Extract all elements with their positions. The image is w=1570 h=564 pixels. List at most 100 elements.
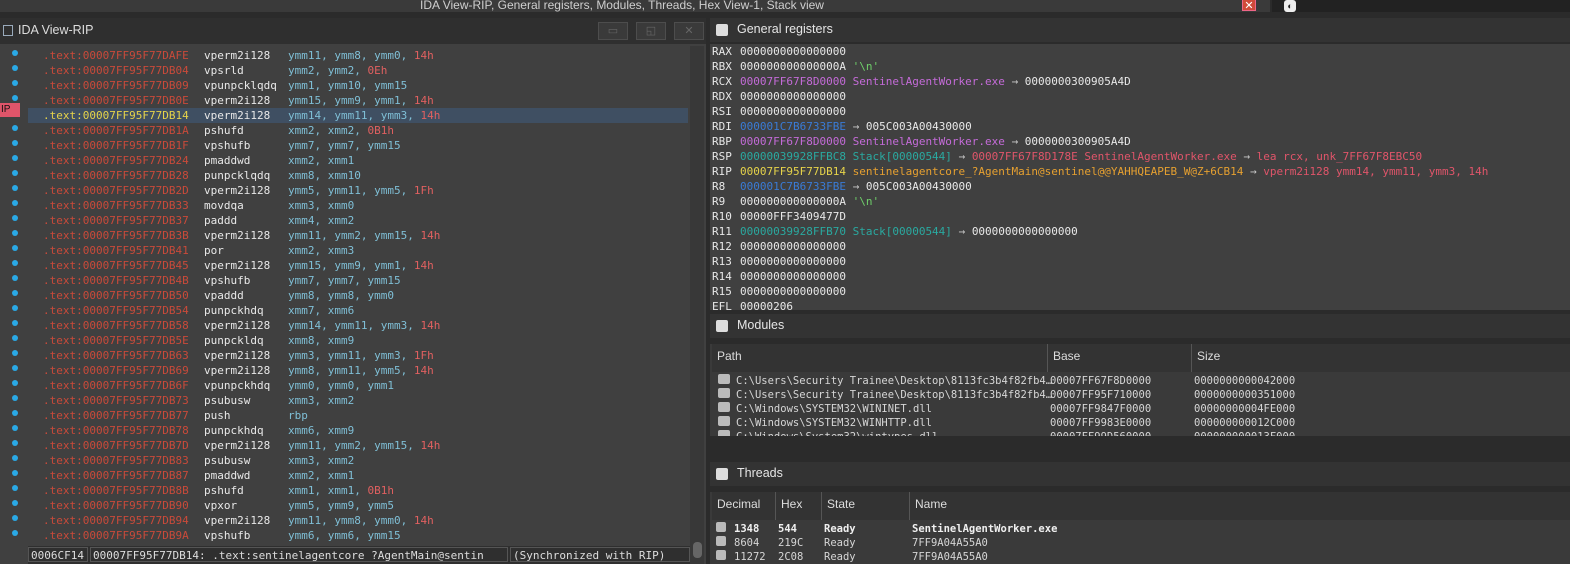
register-value-hex[interactable]: 0000000000000000 bbox=[740, 270, 846, 283]
breakpoint-dot-icon[interactable] bbox=[12, 305, 18, 311]
module-row[interactable]: C:\Users\Security Trainee\Desktop\8113fc… bbox=[712, 374, 1570, 388]
breakpoint-dot-icon[interactable] bbox=[12, 200, 18, 206]
register-value-hex[interactable]: 000001C7B6733FBE bbox=[740, 120, 846, 133]
disassembly-line[interactable]: .text:00007FF95F77DB1A pshufd xmm2, xmm2, … bbox=[28, 123, 688, 138]
register-value-hex[interactable]: 0000000000000000 bbox=[740, 90, 846, 103]
disassembly-line[interactable]: .text:00007FF95F77DB45 vperm2i128 ymm15, y… bbox=[28, 258, 688, 273]
register-row[interactable]: RBX 000000000000000A '\n' bbox=[710, 59, 1570, 74]
register-value-hex[interactable]: 000001C7B6733FBE bbox=[740, 180, 846, 193]
thread-row[interactable]: 1348 544 Ready SentinelAgentWorker.exe bbox=[712, 522, 1570, 536]
disassembly-line[interactable]: .text:00007FF95F77DB1F vpshufb ymm7, ymm7,… bbox=[28, 138, 688, 153]
register-row[interactable]: RDX 0000000000000000 bbox=[710, 89, 1570, 104]
register-value-hex[interactable]: 00007FF67F8D0000 bbox=[740, 75, 846, 88]
app-icon[interactable]: ◐ bbox=[1284, 0, 1296, 12]
register-row[interactable]: EFL 00000206 bbox=[710, 299, 1570, 310]
breakpoint-dot-icon[interactable] bbox=[12, 95, 18, 101]
disassembly-line[interactable]: .text:00007FF95F77DB8B pshufd xmm1, xmm1, … bbox=[28, 483, 688, 498]
disassembly-line[interactable]: .text:00007FF95F77DAFE vperm2i128 ymm11, y… bbox=[28, 48, 688, 63]
disassembly-line[interactable]: .text:00007FF95F77DB24 pmaddwd xmm2, xmm1 bbox=[28, 153, 688, 168]
register-row[interactable]: RAX 0000000000000000 bbox=[710, 44, 1570, 59]
breakpoint-dot-icon[interactable] bbox=[12, 245, 18, 251]
register-row[interactable]: R14 0000000000000000 bbox=[710, 269, 1570, 284]
column-size[interactable]: Size bbox=[1192, 344, 1570, 372]
register-row[interactable]: RSP 00000039928FFBC8 Stack[00000544] → 00… bbox=[710, 149, 1570, 164]
disassembly-listing[interactable]: .text:00007FF95F77DAFE vperm2i128 ymm11, y… bbox=[28, 48, 688, 543]
register-row[interactable]: R12 0000000000000000 bbox=[710, 239, 1570, 254]
disassembly-line[interactable]: .text:00007FF95F77DB37 paddd xmm4, xmm2 bbox=[28, 213, 688, 228]
disassembly-line[interactable]: .text:00007FF95F77DB04 vpsrld ymm2, ymm2, … bbox=[28, 63, 688, 78]
disassembly-line[interactable]: .text:00007FF95F77DB54 punpckhdq xmm7, xmm… bbox=[28, 303, 688, 318]
disassembly-line[interactable]: .text:00007FF95F77DB5E punpckldq xmm8, xmm… bbox=[28, 333, 688, 348]
breakpoint-dot-icon[interactable] bbox=[12, 125, 18, 131]
breakpoint-dot-icon[interactable] bbox=[12, 170, 18, 176]
breakpoint-dot-icon[interactable] bbox=[12, 335, 18, 341]
disassembly-line[interactable]: .text:00007FF95F77DB63 vperm2i128 ymm3, ym… bbox=[28, 348, 688, 363]
thread-row[interactable]: 8604 219C Ready 7FF9A04A55A0 bbox=[712, 536, 1570, 550]
register-row[interactable]: RCX 00007FF67F8D0000 SentinelAgentWorker.… bbox=[710, 74, 1570, 89]
breakpoint-dot-icon[interactable] bbox=[12, 275, 18, 281]
window-float-button[interactable]: ◱ bbox=[636, 22, 666, 40]
register-value-hex[interactable]: 0000000000000000 bbox=[740, 255, 846, 268]
disassembly-line[interactable]: .text:00007FF95F77DB9A vpshufb ymm6, ymm6,… bbox=[28, 528, 688, 543]
disassembly-line[interactable]: .text:00007FF95F77DB3B vperm2i128 ymm11, y… bbox=[28, 228, 688, 243]
register-row[interactable]: R11 00000039928FFB70 Stack[00000544] → 00… bbox=[710, 224, 1570, 239]
disassembly-line[interactable]: .text:00007FF95F77DB0E vperm2i128 ymm15, y… bbox=[28, 93, 688, 108]
breakpoint-dot-icon[interactable] bbox=[12, 65, 18, 71]
register-row[interactable]: RDI 000001C7B6733FBE → 005C003A00430000 bbox=[710, 119, 1570, 134]
ida-scrollbar[interactable] bbox=[690, 46, 704, 564]
register-value-hex[interactable]: 0000000000000000 bbox=[740, 240, 846, 253]
disassembly-line[interactable]: .text:00007FF95F77DB90 vpxor ymm5, ymm9, y… bbox=[28, 498, 688, 513]
breakpoint-dot-icon[interactable] bbox=[12, 425, 18, 431]
module-row[interactable]: C:\Windows\System32\wintypes.dll 00007FF9… bbox=[712, 430, 1570, 436]
breakpoint-dot-icon[interactable] bbox=[12, 140, 18, 146]
register-row[interactable]: RSI 0000000000000000 bbox=[710, 104, 1570, 119]
breakpoint-dot-icon[interactable] bbox=[12, 500, 18, 506]
disassembly-line[interactable]: .text:00007FF95F77DB4B vpshufb ymm7, ymm7,… bbox=[28, 273, 688, 288]
module-row[interactable]: C:\Windows\SYSTEM32\WINHTTP.dll 00007FF99… bbox=[712, 416, 1570, 430]
breakpoint-dot-icon[interactable] bbox=[12, 410, 18, 416]
column-state[interactable]: State bbox=[822, 492, 910, 520]
registers-list[interactable]: RAX 0000000000000000 RBX 000000000000000A '… bbox=[710, 44, 1570, 310]
breakpoint-dot-icon[interactable] bbox=[12, 80, 18, 86]
breakpoint-dot-icon[interactable] bbox=[12, 395, 18, 401]
column-name[interactable]: Name bbox=[910, 492, 1570, 520]
window-restore-button[interactable]: ▭ bbox=[598, 22, 628, 40]
disassembly-line[interactable]: .text:00007FF95F77DB50 vpaddd ymm8, ymm8, … bbox=[28, 288, 688, 303]
column-path[interactable]: Path bbox=[712, 344, 1048, 372]
disassembly-line[interactable]: .text:00007FF95F77DB2D vperm2i128 ymm5, ym… bbox=[28, 183, 688, 198]
breakpoint-dot-icon[interactable] bbox=[12, 380, 18, 386]
breakpoint-dot-icon[interactable] bbox=[12, 185, 18, 191]
column-hex[interactable]: Hex bbox=[776, 492, 822, 520]
breakpoint-dot-icon[interactable] bbox=[12, 515, 18, 521]
disassembly-line[interactable]: .text:00007FF95F77DB6F vpunpckhdq ymm0, ym… bbox=[28, 378, 688, 393]
breakpoint-dot-icon[interactable] bbox=[12, 290, 18, 296]
breakpoint-dot-icon[interactable] bbox=[12, 440, 18, 446]
register-row[interactable]: R8 000001C7B6733FBE → 005C003A00430000 bbox=[710, 179, 1570, 194]
register-value-hex[interactable]: 0000000000000000 bbox=[740, 45, 846, 58]
breakpoint-dot-icon[interactable] bbox=[12, 470, 18, 476]
register-value-hex[interactable]: 00000039928FFB70 bbox=[740, 225, 846, 238]
ida-scrollbar-thumb[interactable] bbox=[693, 542, 702, 558]
disassembly-line[interactable]: .text:00007FF95F77DB94 vperm2i128 ymm11, y… bbox=[28, 513, 688, 528]
register-value-hex[interactable]: 0000000000000000 bbox=[740, 285, 846, 298]
breakpoint-dot-icon[interactable] bbox=[12, 485, 18, 491]
column-decimal[interactable]: Decimal bbox=[712, 492, 776, 520]
register-value-hex[interactable]: 00007FF67F8D0000 bbox=[740, 135, 846, 148]
disassembly-line[interactable]: .text:00007FF95F77DB09 vpunpcklqdq ymm1, y… bbox=[28, 78, 688, 93]
disassembly-line[interactable]: .text:00007FF95F77DB58 vperm2i128 ymm14, y… bbox=[28, 318, 688, 333]
register-row[interactable]: R10 00000FFF3409477D bbox=[710, 209, 1570, 224]
register-row[interactable]: R15 0000000000000000 bbox=[710, 284, 1570, 299]
register-value-hex[interactable]: 00000039928FFBC8 bbox=[740, 150, 846, 163]
register-row[interactable]: R9 000000000000000A '\n' bbox=[710, 194, 1570, 209]
module-row[interactable]: C:\Windows\SYSTEM32\WININET.dll 00007FF98… bbox=[712, 402, 1570, 416]
disassembly-line[interactable]: .text:00007FF95F77DB41 por xmm2, xmm3 bbox=[28, 243, 688, 258]
register-value-hex[interactable]: 00000206 bbox=[740, 300, 793, 310]
disassembly-line[interactable]: .text:00007FF95F77DB73 psubusw xmm3, xmm2 bbox=[28, 393, 688, 408]
disassembly-line[interactable]: .text:00007FF95F77DB77 push rbp bbox=[28, 408, 688, 423]
breakpoint-dot-icon[interactable] bbox=[12, 230, 18, 236]
disassembly-line[interactable]: .text:00007FF95F77DB28 punpcklqdq xmm8, xm… bbox=[28, 168, 688, 183]
register-value-hex[interactable]: 000000000000000A bbox=[740, 60, 846, 73]
close-icon[interactable]: ✕ bbox=[1242, 0, 1256, 12]
disassembly-line[interactable]: .text:00007FF95F77DB7D vperm2i128 ymm11, y… bbox=[28, 438, 688, 453]
register-row[interactable]: RIP 00007FF95F77DB14 sentinelagentcore_?A… bbox=[710, 164, 1570, 179]
